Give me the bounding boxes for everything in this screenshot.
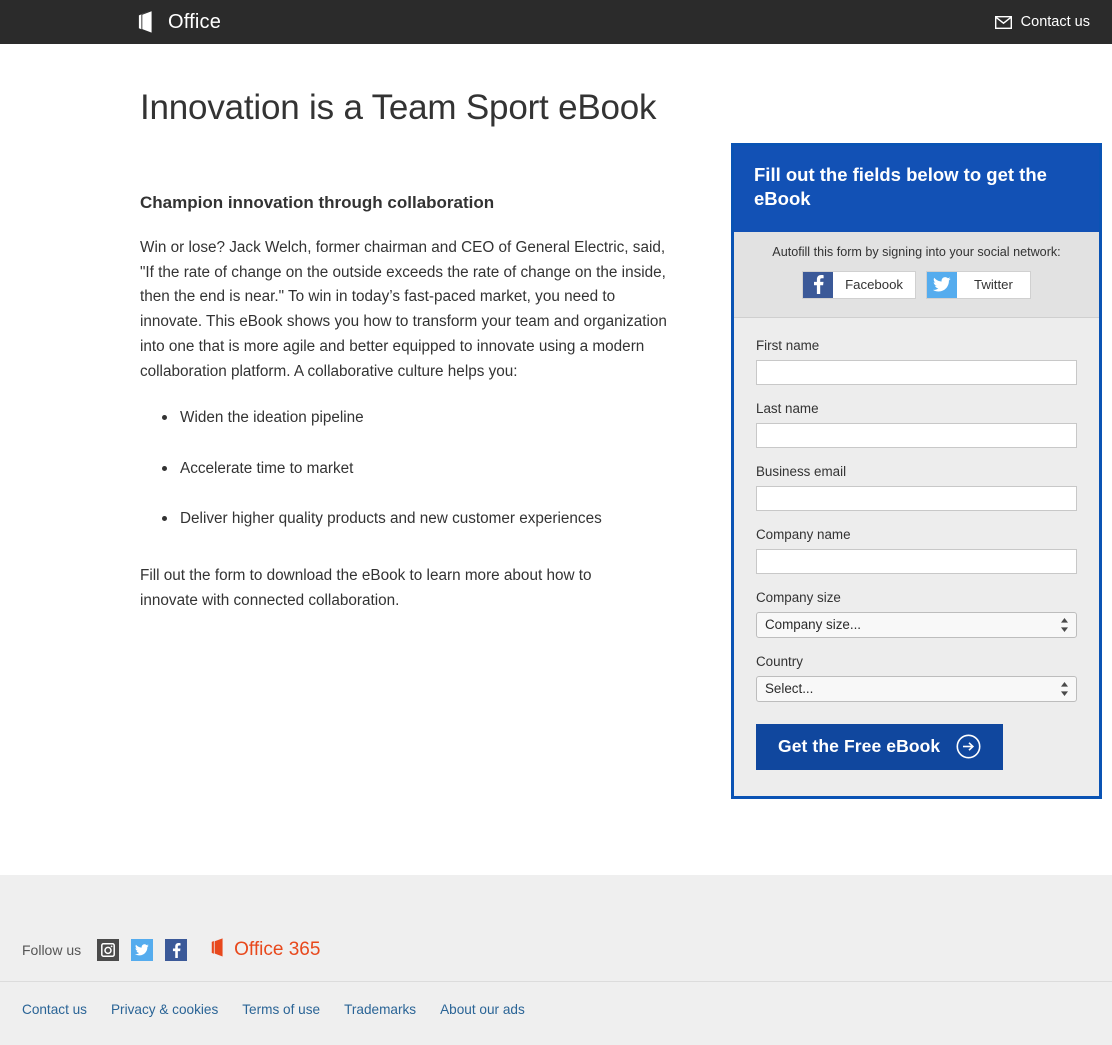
social-signin-row: Facebook Twitter	[734, 270, 1099, 299]
country-field-group: Country Select...	[756, 654, 1077, 702]
autofill-prompt: Autofill this form by signing into your …	[772, 244, 1061, 259]
business-email-input[interactable]	[756, 485, 1077, 511]
page-subheading: Champion innovation through collaboratio…	[140, 192, 495, 212]
form-fields: First name Last name Business email Comp…	[734, 318, 1099, 796]
footer-link-privacy-cookies[interactable]: Privacy & cookies	[111, 1002, 218, 1017]
company-size-field-group: Company size Company size...	[756, 590, 1077, 638]
list-item: Deliver higher quality products and new …	[162, 507, 685, 531]
twitter-signin-button[interactable]: Twitter	[926, 270, 1031, 299]
country-label: Country	[756, 653, 803, 669]
company-name-field-group: Company name	[756, 527, 1077, 574]
company-name-input[interactable]	[756, 548, 1077, 574]
business-email-label: Business email	[756, 463, 847, 479]
footer-link-about-our-ads[interactable]: About our ads	[440, 1002, 525, 1017]
facebook-signin-button[interactable]: Facebook	[802, 270, 917, 299]
last-name-input[interactable]	[756, 422, 1077, 448]
last-name-label: Last name	[756, 400, 819, 416]
first-name-input[interactable]	[756, 359, 1077, 385]
instagram-icon[interactable]	[97, 939, 120, 961]
business-email-field-group: Business email	[756, 464, 1077, 511]
country-select-wrap: Select...	[756, 675, 1077, 702]
twitter-icon	[927, 271, 958, 298]
company-size-label: Company size	[756, 589, 841, 605]
office-brand-link[interactable]: Office	[138, 10, 221, 34]
article-column: Innovation is a Team Sport eBook Champio…	[140, 86, 685, 613]
office-logo-icon	[138, 10, 158, 34]
closing-paragraph: Fill out the form to download the eBook …	[140, 566, 592, 609]
facebook-icon[interactable]	[165, 939, 188, 961]
social-autofill-section: Autofill this form by signing into your …	[734, 231, 1099, 318]
benefits-list: Widen the ideation pipeline Accelerate t…	[140, 406, 685, 531]
office365-link[interactable]: Office 365	[211, 937, 320, 963]
contact-us-header-link[interactable]: Contact us	[994, 14, 1090, 30]
envelope-icon	[994, 15, 1012, 29]
list-item: Widen the ideation pipeline	[162, 406, 685, 430]
page-content: Innovation is a Team Sport eBook Champio…	[0, 44, 1112, 875]
page-title: Innovation is a Team Sport eBook	[140, 88, 657, 127]
last-name-field-group: Last name	[756, 401, 1077, 448]
form-title: Fill out the fields below to get the eBo…	[754, 164, 1047, 210]
page-footer: Follow us Office 365 Contact us Privacy …	[0, 875, 1112, 1045]
footer-links: Contact us Privacy & cookies Terms of us…	[22, 1002, 525, 1017]
contact-us-label: Contact us	[1020, 14, 1090, 30]
footer-link-trademarks[interactable]: Trademarks	[344, 1002, 416, 1017]
company-size-select[interactable]: Company size...	[756, 611, 1077, 638]
top-header-bar: Office Contact us	[0, 0, 1112, 44]
brand-label: Office	[168, 10, 222, 33]
office365-label: Office 365	[234, 939, 321, 960]
facebook-label: Facebook	[833, 271, 916, 298]
twitter-icon[interactable]	[131, 939, 154, 961]
footer-link-contact-us[interactable]: Contact us	[22, 1002, 87, 1017]
submit-label: Get the Free eBook	[778, 736, 941, 757]
form-header: Fill out the fields below to get the eBo…	[734, 146, 1099, 232]
facebook-icon	[803, 271, 834, 298]
arrow-right-circle-icon	[956, 734, 981, 759]
lead-capture-form-panel: Fill out the fields below to get the eBo…	[731, 143, 1102, 799]
company-name-label: Company name	[756, 526, 851, 542]
get-free-ebook-button[interactable]: Get the Free eBook	[756, 723, 1004, 770]
office-logo-icon	[211, 937, 228, 963]
first-name-label: First name	[756, 337, 820, 353]
follow-us-label: Follow us	[22, 942, 82, 958]
company-size-select-wrap: Company size...	[756, 611, 1077, 638]
country-select[interactable]: Select...	[756, 675, 1077, 702]
first-name-field-group: First name	[756, 338, 1077, 385]
footer-link-terms-of-use[interactable]: Terms of use	[242, 1002, 320, 1017]
follow-us-row: Follow us Office 365	[22, 937, 320, 963]
twitter-label: Twitter	[957, 271, 1030, 298]
intro-paragraph: Win or lose? Jack Welch, former chairman…	[140, 238, 667, 380]
list-item: Accelerate time to market	[162, 457, 685, 481]
footer-divider	[0, 981, 1112, 982]
